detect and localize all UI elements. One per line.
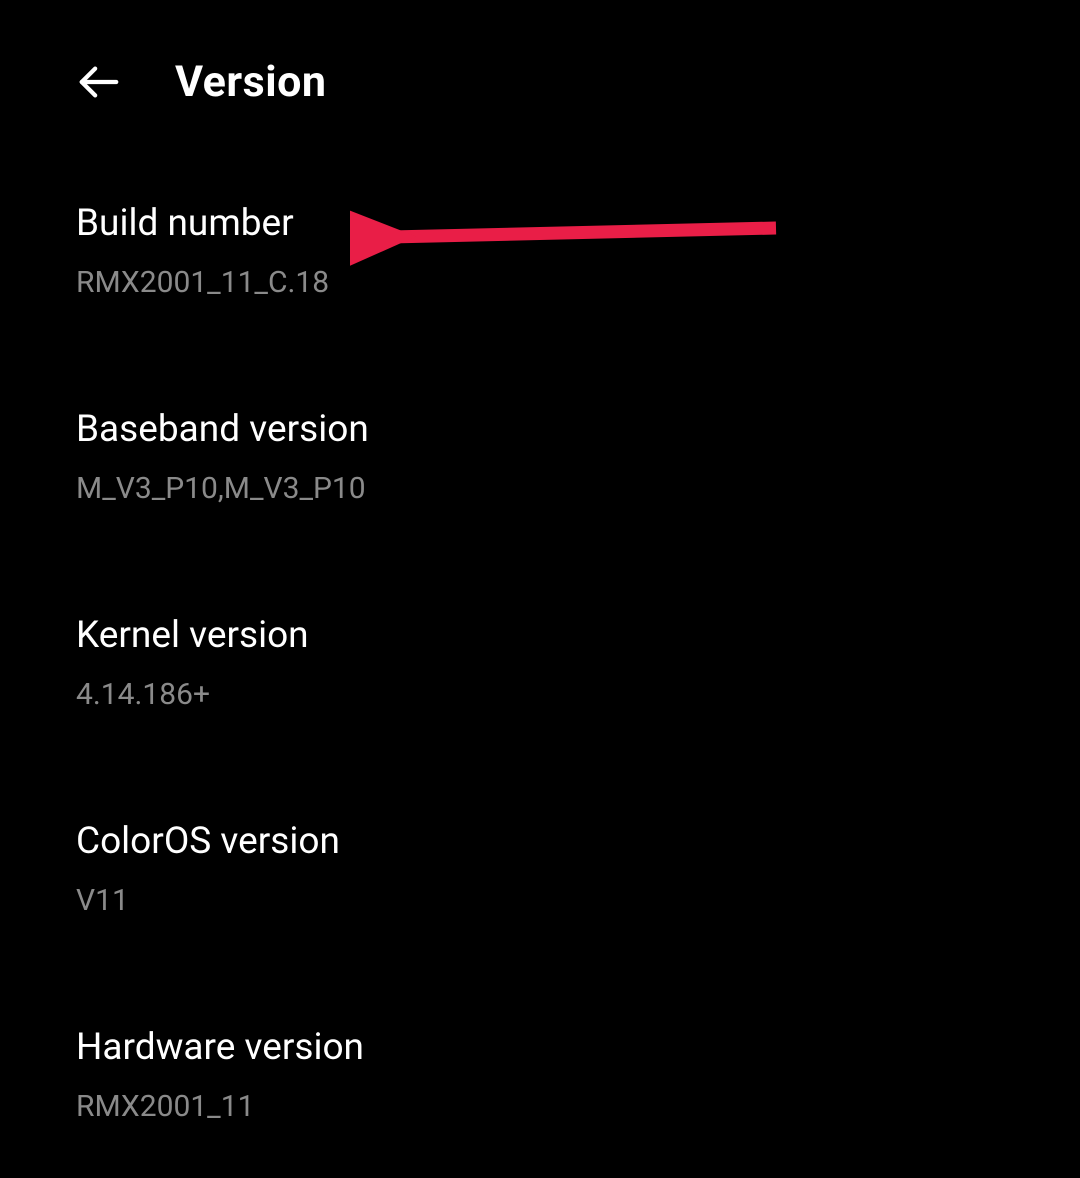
list-item-value: RMX2001_11 <box>76 1089 1004 1124</box>
list-item-value: RMX2001_11_C.18 <box>76 265 1004 300</box>
list-item-baseband-version[interactable]: Baseband version M_V3_P10,M_V3_P10 <box>76 354 1004 560</box>
list-item-label: Kernel version <box>76 614 1004 657</box>
list-item-label: Hardware version <box>76 1026 1004 1069</box>
header: Version <box>0 0 1080 148</box>
list-item-label: ColorOS version <box>76 820 1004 863</box>
list-item-value: M_V3_P10,M_V3_P10 <box>76 471 1004 506</box>
list-item-kernel-version[interactable]: Kernel version 4.14.186+ <box>76 560 1004 766</box>
list-item-label: Baseband version <box>76 408 1004 451</box>
list-item-hardware-version[interactable]: Hardware version RMX2001_11 <box>76 972 1004 1178</box>
list-item-label: Build number <box>76 202 1004 245</box>
list-item-build-number[interactable]: Build number RMX2001_11_C.18 <box>76 148 1004 354</box>
list-item-coloros-version[interactable]: ColorOS version V11 <box>76 766 1004 972</box>
page-title: Version <box>175 57 326 107</box>
list-item-value: 4.14.186+ <box>76 677 1004 712</box>
arrow-left-icon <box>76 59 122 105</box>
version-list: Build number RMX2001_11_C.18 Baseband ve… <box>0 148 1080 1178</box>
back-button[interactable] <box>73 56 125 108</box>
list-item-value: V11 <box>76 883 1004 918</box>
